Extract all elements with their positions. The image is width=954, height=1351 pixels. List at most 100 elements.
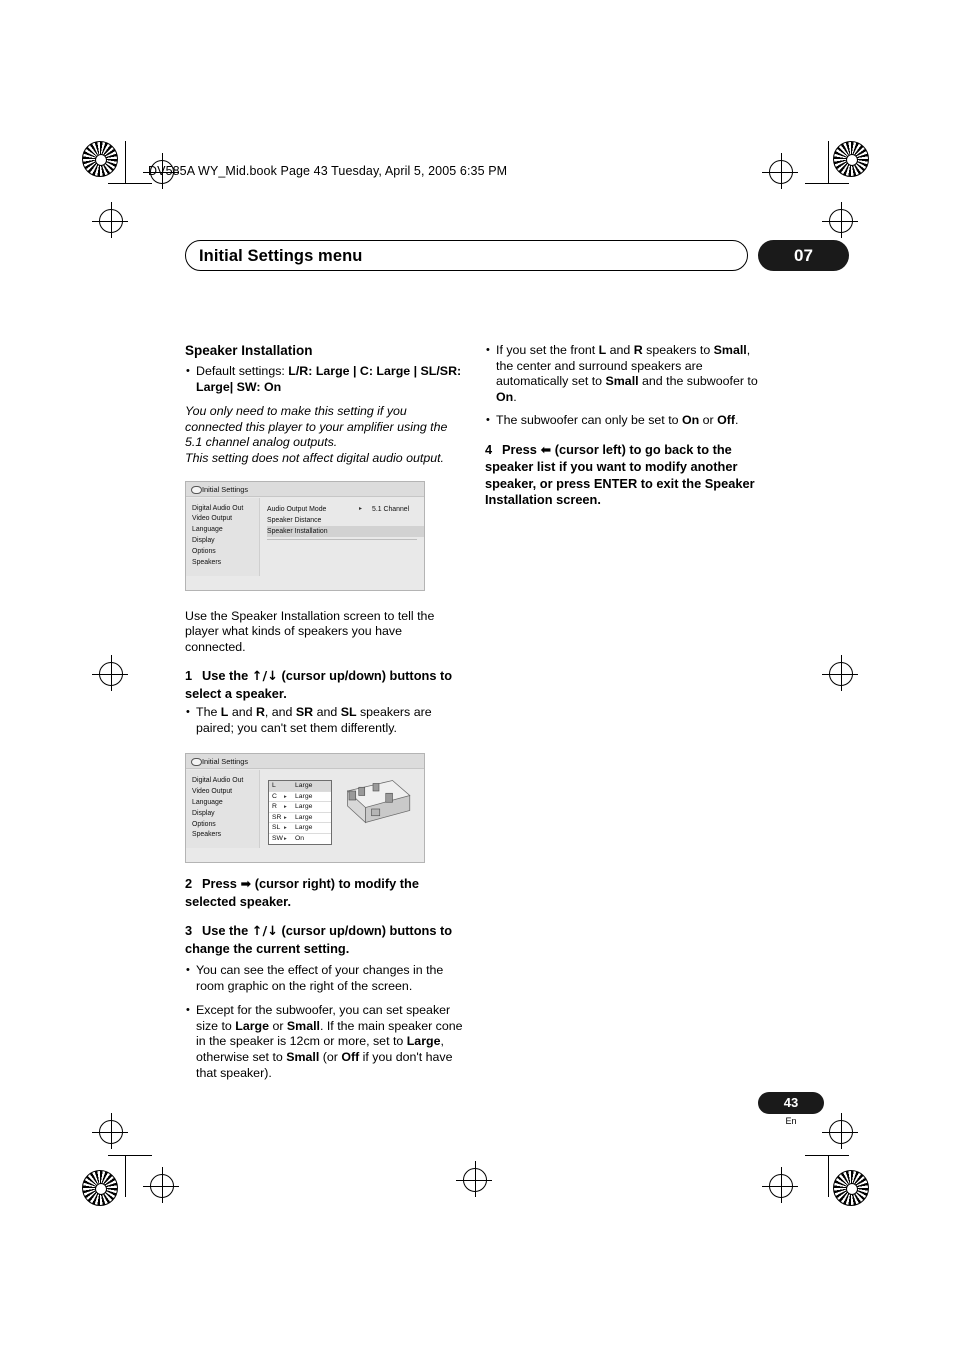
section-heading-speaker-installation: Speaker Installation (185, 343, 313, 358)
speaker-row-l[interactable]: L Large (269, 781, 331, 792)
osd-menu-item-display[interactable]: Display (192, 809, 259, 820)
default-settings-prefix: Default settings: (196, 364, 289, 378)
crosshair-mark-bottom-center (463, 1168, 487, 1192)
left-column: Speaker Installation Default settings: L… (185, 343, 465, 1084)
osd-menu-item-speakers[interactable]: Speakers (192, 830, 259, 841)
cursor-left-icon: ⬅ (540, 442, 552, 458)
osd-menu-item-digital-audio-out[interactable]: Digital Audio Out (192, 504, 259, 515)
speaker-settings-list: L Large C ▸ Large R ▸ Large SR ▸ Large S… (268, 780, 332, 846)
right-bullet-2: The subwoofer can only be set to On or O… (485, 413, 770, 429)
step-3: 3 Use the ↑/↓ (cursor up/down) buttons to… (185, 923, 465, 957)
speaker-row-sw[interactable]: SW ▸ On (269, 834, 331, 845)
speaker-name: R (272, 803, 277, 811)
step-3-text-before: Use the (202, 923, 252, 939)
osd-menu-item-video-output[interactable]: Video Output (192, 787, 259, 798)
speaker-row-r[interactable]: R ▸ Large (269, 802, 331, 813)
osd-divider (267, 538, 417, 540)
disc-icon (191, 485, 202, 494)
speaker-value: On (295, 834, 305, 842)
page-language-label: En (785, 1116, 797, 1126)
crosshair-mark-left-upper (99, 209, 123, 233)
step-2-number: 2 (185, 876, 193, 892)
step-3-number: 3 (185, 923, 193, 939)
osd-row-value: 5.1 Channel (372, 505, 410, 513)
crop-mark-bottom-right-h (805, 1155, 849, 1156)
step-2: 2 Press ➡ (cursor right) to modify the se… (185, 876, 465, 910)
osd-titlebar: Initial Settings (186, 481, 424, 497)
disc-icon (191, 758, 202, 767)
right-bullet-1: If you set the front L and R speakers to… (485, 343, 770, 405)
speaker-row-sl[interactable]: SL ▸ Large (269, 823, 331, 834)
chapter-title-bar: Initial Settings menu (185, 240, 748, 271)
step-1-bullet: The L and R, and SR and SL speakers are … (185, 705, 465, 736)
step-3-bullet-1: You can see the effect of your changes i… (185, 963, 465, 994)
step-1: 1 Use the ↑/↓ (cursor up/down) buttons to… (185, 668, 465, 702)
crop-mark-bottom-left-h (108, 1155, 152, 1156)
crosshair-mark-right-lower (829, 1120, 853, 1144)
speaker-row-c[interactable]: C ▸ Large (269, 792, 331, 803)
speaker-row-sr[interactable]: SR ▸ Large (269, 813, 331, 824)
crosshair-mark-right-upper (829, 209, 853, 233)
cursor-up-down-icon: ↑/↓ (251, 924, 278, 940)
osd-menu-list: Digital Audio Out Video Output Language … (186, 770, 260, 849)
osd-row-speaker-installation[interactable]: Speaker Installation (267, 525, 424, 537)
crop-mark-top-right-h (805, 183, 849, 184)
paragraph-use-speaker-installation: Use the Speaker Installation screen to t… (185, 608, 435, 654)
speaker-name: SL (272, 824, 281, 832)
step-3-bullet-2: Except for the subwoofer, you can set sp… (185, 1003, 465, 1081)
osd-menu-item-language[interactable]: Language (192, 525, 259, 536)
osd-row-label: Audio Output Mode (267, 505, 327, 513)
registration-burst-bottom-right (833, 1170, 869, 1206)
osd-menu-item-speakers[interactable]: Speakers (192, 558, 259, 569)
default-settings-bullet: Default settings: L/R: Large | C: Large … (185, 364, 465, 395)
speaker-value: Large (295, 813, 313, 821)
speaker-name: L (272, 782, 276, 790)
osd-menu-item-options[interactable]: Options (192, 547, 259, 558)
osd-screenshot-initial-settings: Initial Settings Digital Audio Out Video… (185, 480, 425, 591)
crosshair-mark-right-middle (829, 662, 853, 686)
osd-menu-item-language[interactable]: Language (192, 798, 259, 809)
chevron-right-icon: ▸ (284, 804, 287, 811)
step-2-text-before: Press (202, 876, 241, 892)
chevron-right-icon: ▸ (284, 835, 287, 842)
book-file-header: DV585A WY_Mid.book Page 43 Tuesday, Apri… (148, 164, 508, 178)
crosshair-mark-top-right (769, 160, 793, 184)
speaker-name: SR (272, 813, 282, 821)
speaker-value: Large (295, 824, 313, 832)
osd-row-speaker-distance[interactable]: Speaker Distance (267, 515, 424, 526)
italic-note-1: You only need to make this setting if yo… (185, 404, 448, 450)
osd-menu-item-display[interactable]: Display (192, 536, 259, 547)
osd-settings-panel: Audio Output Mode ▸ 5.1 Channel Speaker … (261, 498, 424, 576)
crosshair-mark-bottom-left (150, 1174, 174, 1198)
page-title: Initial Settings menu (199, 247, 363, 265)
chevron-right-icon: ▸ (284, 814, 287, 821)
step-1-number: 1 (185, 668, 193, 684)
speaker-value: Large (295, 782, 313, 790)
osd-menu-item-video-output[interactable]: Video Output (192, 514, 259, 525)
osd-row-audio-output-mode[interactable]: Audio Output Mode ▸ 5.1 Channel (267, 504, 424, 515)
page-number-badge: 43 (758, 1092, 824, 1114)
osd-title: Initial Settings (202, 757, 249, 767)
step-4-text-before: Press (502, 441, 541, 457)
right-column: If you set the front L and R speakers to… (485, 343, 770, 509)
crop-mark-bottom-right-v (828, 1155, 829, 1197)
registration-burst-top-right (833, 141, 869, 177)
registration-burst-top-left (82, 141, 118, 177)
crop-mark-top-left-v (125, 141, 126, 183)
crop-mark-top-right-v (828, 141, 829, 183)
crop-mark-bottom-left-v (125, 1155, 126, 1197)
osd-row-label: Speaker Installation (267, 527, 328, 535)
osd-menu-item-digital-audio-out[interactable]: Digital Audio Out (192, 776, 259, 787)
speaker-value: Large (295, 803, 313, 811)
crop-mark-top-left-h (108, 183, 152, 184)
osd-row-label: Speaker Distance (267, 516, 322, 524)
step-4: 4 Press ⬅ (cursor left) to go back to the… (485, 442, 770, 509)
speaker-value: Large (295, 792, 313, 800)
osd-menu-item-options[interactable]: Options (192, 820, 259, 831)
crosshair-mark-bottom-right (769, 1174, 793, 1198)
chevron-right-icon: ▸ (359, 505, 363, 512)
cursor-right-icon: ➡ (240, 877, 252, 893)
document-page: DV585A WY_Mid.book Page 43 Tuesday, Apri… (0, 0, 954, 1351)
osd-titlebar: Initial Settings (186, 754, 424, 770)
chapter-number-badge: 07 (758, 240, 849, 271)
